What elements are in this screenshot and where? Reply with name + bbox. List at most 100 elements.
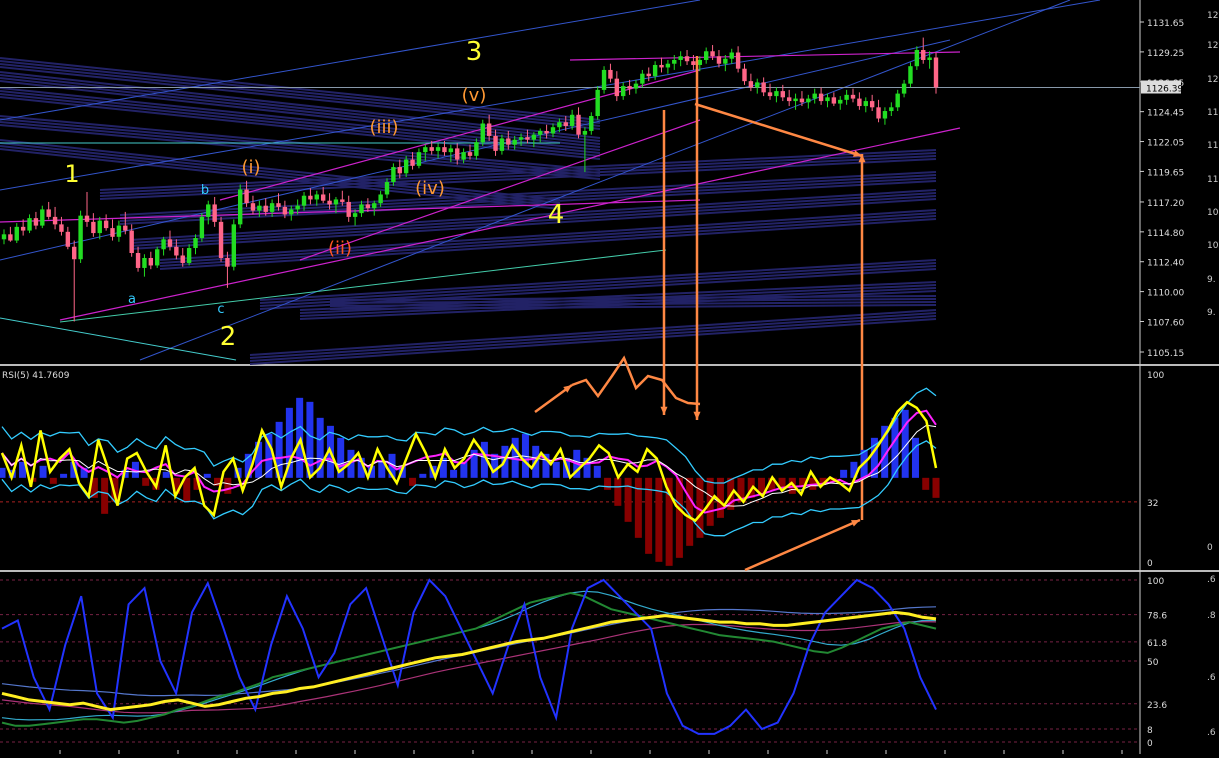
edge-label: 9.	[1207, 275, 1216, 285]
candle-body	[652, 64, 658, 77]
candle-body	[314, 194, 319, 200]
candle-body	[876, 107, 881, 119]
candle-body	[14, 226, 19, 241]
candle-body	[748, 81, 754, 88]
candle-body	[212, 204, 217, 222]
y-tick-label: 32	[1147, 499, 1158, 509]
candle-body	[320, 194, 326, 201]
candle-body	[435, 147, 441, 151]
candle-body	[148, 257, 154, 266]
candle-body	[123, 225, 128, 231]
histogram-bar	[593, 465, 601, 478]
edge-label: 11	[1207, 175, 1218, 185]
candle-body	[812, 93, 817, 99]
histogram-bar	[409, 477, 417, 486]
y-tick-label: 1124.45	[1147, 109, 1184, 119]
y-tick-label: 1119.65	[1147, 168, 1184, 178]
candle-body	[716, 56, 722, 64]
candle-body	[589, 116, 594, 131]
candle-body	[882, 111, 888, 119]
candle-body	[486, 123, 492, 136]
edge-label: .6	[1207, 673, 1216, 683]
candle-body	[793, 98, 798, 102]
edge-label: 10	[1207, 241, 1219, 251]
candle-body	[818, 93, 824, 102]
candle-body	[838, 99, 843, 104]
y-tick-label: 1114.80	[1147, 229, 1184, 239]
candle-body	[1, 234, 7, 240]
candle-body	[697, 59, 703, 65]
candle-body	[691, 61, 696, 65]
candle-body	[225, 257, 230, 267]
candle-body	[684, 56, 690, 62]
candle-body	[269, 203, 275, 212]
candle-body	[889, 107, 894, 112]
candle-body	[895, 93, 900, 108]
candle-body	[186, 248, 192, 263]
candle-body	[429, 147, 434, 151]
candle-body	[65, 231, 71, 247]
candle-body	[927, 57, 932, 60]
candle-body	[8, 234, 13, 241]
candle-body	[27, 218, 32, 231]
candle-body	[742, 68, 747, 82]
candle-body	[365, 204, 371, 209]
candle-body	[359, 204, 364, 214]
candle-body	[640, 73, 645, 84]
wave-label: b	[201, 183, 209, 198]
wave-label: 1	[64, 160, 79, 188]
candle-body	[774, 91, 779, 97]
candle-body	[352, 213, 358, 217]
candle-body	[857, 98, 862, 107]
edge-label: .6	[1207, 575, 1216, 585]
edge-label: 11	[1207, 141, 1218, 151]
candle-body	[914, 50, 920, 67]
y-tick-label: 1105.15	[1147, 349, 1184, 359]
candle-body	[257, 205, 262, 211]
histogram-bar	[296, 397, 304, 478]
candle-body	[410, 159, 415, 166]
candle-body	[627, 86, 632, 89]
candle-body	[72, 246, 77, 260]
y-tick-label: 1107.60	[1147, 318, 1184, 328]
histogram-bar	[675, 477, 683, 558]
histogram-bar	[624, 477, 632, 522]
candle-body	[493, 135, 498, 151]
histogram-bar	[450, 469, 458, 478]
candle-body	[199, 216, 205, 239]
candle-body	[135, 253, 141, 268]
candle-body	[403, 159, 409, 174]
candle-body	[901, 83, 907, 94]
edge-label: 12	[1207, 75, 1218, 85]
candle-body	[244, 189, 249, 204]
candle-body	[582, 130, 588, 135]
candle-body	[614, 78, 620, 97]
wave-label: (ii)	[328, 238, 352, 259]
candle-body	[59, 224, 64, 232]
y-tick-label: 1122.05	[1147, 139, 1184, 149]
candle-body	[78, 215, 83, 260]
candle-body	[710, 51, 715, 57]
histogram-bar	[0, 467, 6, 478]
candle-body	[525, 137, 530, 140]
candle-body	[231, 224, 237, 267]
candle-body	[621, 86, 626, 97]
histogram-bar	[39, 465, 47, 478]
candle-body	[659, 64, 664, 68]
candle-body	[333, 199, 339, 205]
wave-label: 2	[220, 322, 237, 352]
candle-body	[84, 215, 90, 222]
edge-label: 9.	[1207, 308, 1216, 318]
candle-body	[723, 58, 728, 64]
histogram-bar	[604, 477, 612, 490]
candle-body	[301, 195, 307, 206]
y-tick-label: 100	[1147, 371, 1164, 381]
candle-body	[735, 52, 741, 69]
candle-body	[295, 205, 300, 210]
candle-body	[308, 195, 313, 200]
candle-body	[206, 204, 211, 217]
candle-body	[850, 94, 856, 99]
y-tick-label: 23.6	[1147, 701, 1167, 711]
y-tick-label: 1117.20	[1147, 199, 1184, 209]
y-tick-label: 8	[1147, 726, 1153, 736]
